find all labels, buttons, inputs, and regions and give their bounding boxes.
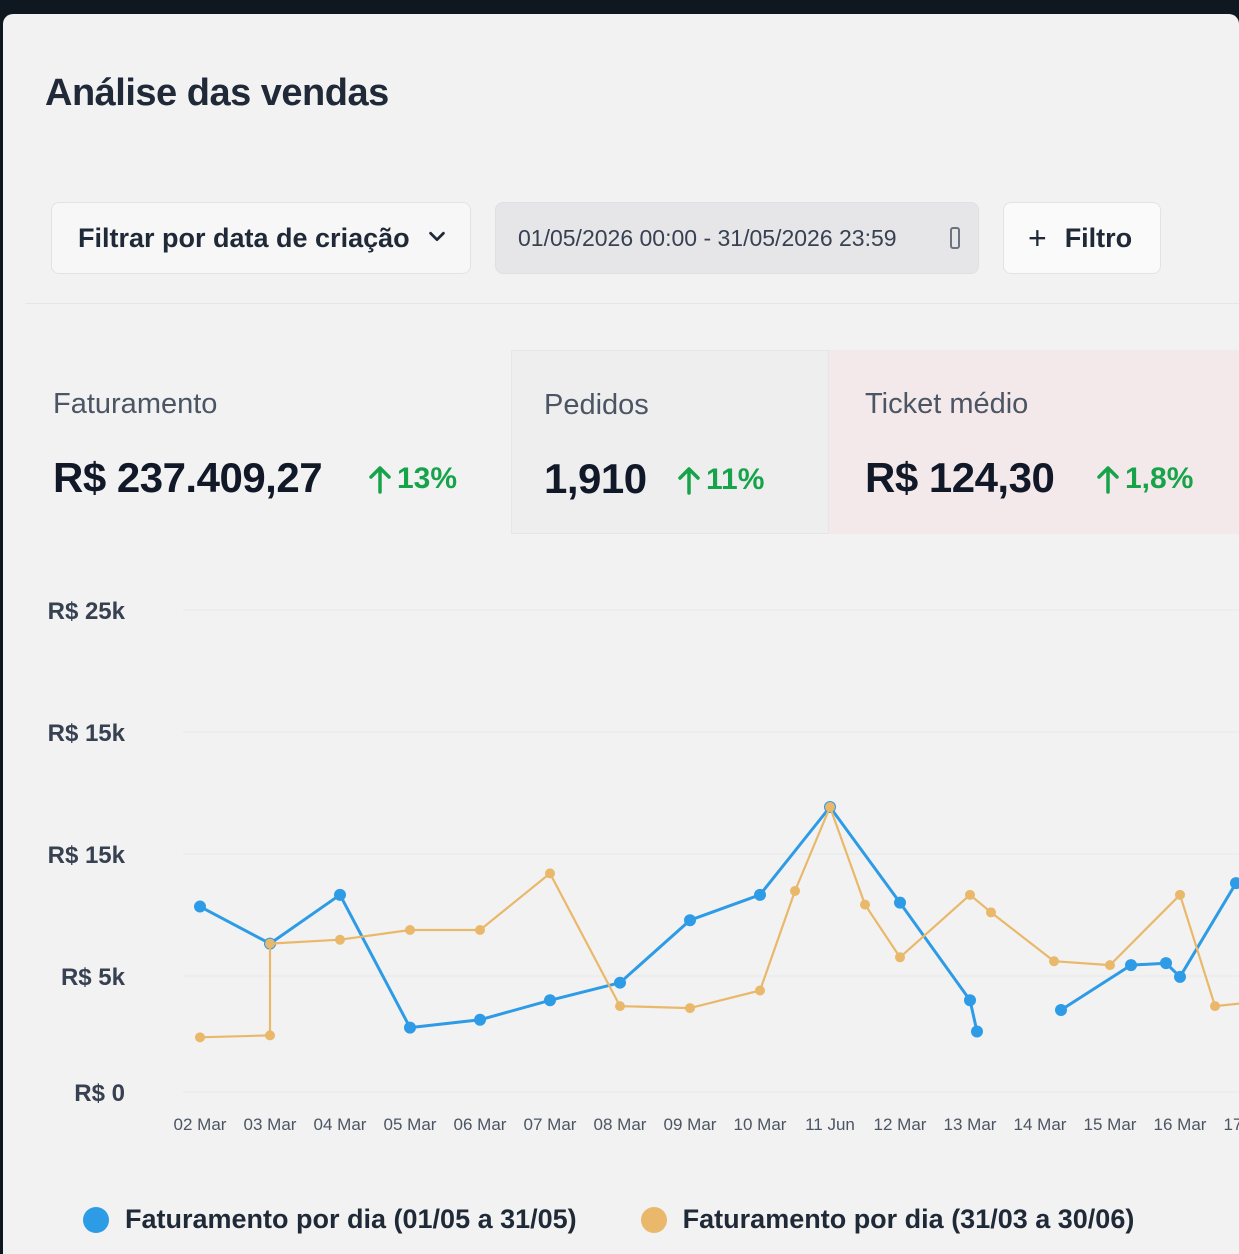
plus-icon: + (1028, 219, 1047, 256)
data-point-previous (685, 1003, 695, 1014)
kpi-delta: 1,8% (1097, 462, 1193, 496)
kpi-value: R$ 124,30 (865, 454, 1055, 501)
data-point-previous (965, 889, 975, 900)
data-point-previous (860, 899, 870, 910)
kpi-label: Pedidos (544, 389, 649, 421)
x-tick-label: 04 Mar (314, 1115, 367, 1134)
chevron-down-icon (429, 231, 445, 242)
x-tick-label: 13 Mar (944, 1115, 997, 1134)
kpi-value: R$ 237.409,27 (53, 454, 323, 501)
add-filter-label: Filtro (1064, 222, 1133, 253)
data-point-previous (195, 1032, 205, 1043)
data-point-current (194, 900, 206, 913)
data-point-previous (895, 952, 905, 963)
kpi-delta: 11% (678, 463, 764, 497)
x-tick-label: 15 Mar (1084, 1115, 1137, 1134)
data-point-previous (265, 938, 275, 949)
add-filter-button[interactable]: + Filtro (1003, 202, 1161, 274)
data-point-current (684, 914, 696, 927)
data-point-previous (1105, 960, 1115, 971)
data-point-current (964, 994, 976, 1007)
arrow-up-icon (678, 467, 700, 495)
series-line-current (1060, 880, 1239, 1012)
filter-bar: Filtrar por data de criação 01/05/2026 0… (25, 184, 1239, 304)
x-tick-label: 17 Mar (1224, 1115, 1239, 1134)
x-tick-label: 10 Mar (734, 1115, 787, 1134)
legend-label: Faturamento por dia (31/03 a 30/06) (682, 1204, 1135, 1234)
date-range-value: 01/05/2026 00:00 - 31/05/2026 23:59 (518, 224, 897, 251)
kpi-delta: 13% (369, 462, 457, 496)
data-point-current (614, 976, 626, 989)
data-point-previous (545, 868, 555, 879)
date-filter-dropdown[interactable]: Filtrar por data de criação (51, 202, 471, 274)
x-tick-label: 06 Mar (454, 1115, 507, 1134)
legend-dot-current (83, 1206, 109, 1233)
x-tick-label: 16 Mar (1154, 1115, 1207, 1134)
x-tick-label: 14 Mar (1014, 1115, 1067, 1134)
series-line-current (199, 805, 979, 1032)
data-point-previous (475, 924, 485, 935)
data-point-current (1174, 970, 1186, 983)
x-tick-label: 02 Mar (174, 1115, 227, 1134)
data-point-current (544, 994, 556, 1007)
x-tick-label: 12 Mar (874, 1115, 927, 1134)
revenue-line-chart: R$ 0 R$ 5k R$ 15k R$ 15k R$ 25k 02 Mar 03 Mar 0… (48, 598, 1239, 1134)
data-point-previous (335, 934, 345, 945)
y-tick-label: R$ 15k (48, 842, 126, 869)
data-point-previous (755, 985, 765, 996)
y-tick-label: R$ 0 (74, 1080, 125, 1107)
legend-label: Faturamento por dia (01/05 a 31/05) (125, 1204, 577, 1234)
data-point-previous (986, 907, 996, 918)
x-tick-label: 11 Jun (805, 1115, 855, 1134)
data-point-current (404, 1021, 416, 1034)
kpi-delta-value: 13% (397, 462, 458, 495)
date-filter-label: Filtrar por data de criação (78, 222, 410, 253)
data-point-current (754, 888, 766, 901)
data-point-current (1125, 959, 1137, 972)
legend-item-current[interactable]: Faturamento por dia (01/05 a 31/05) (83, 1204, 577, 1235)
sales-analysis-panel: Análise das vendas Filtrar por data de c… (3, 14, 1239, 1254)
date-range-input[interactable]: 01/05/2026 00:00 - 31/05/2026 23:59 (495, 202, 979, 274)
kpi-value: 1,910 (544, 455, 647, 502)
kpi-row: Faturamento R$ 237.409,27 13% Pedidos 1,… (23, 350, 1239, 534)
data-point-previous (1049, 956, 1059, 967)
data-point-current (334, 888, 346, 901)
calendar-icon (950, 227, 960, 249)
y-tick-label: R$ 25k (48, 598, 126, 625)
data-point-current (474, 1013, 486, 1026)
data-point-current (1055, 1004, 1067, 1017)
page-title: Análise das vendas (45, 72, 389, 114)
x-tick-label: 05 Mar (384, 1115, 437, 1134)
arrow-up-icon (1097, 466, 1119, 494)
kpi-label: Ticket médio (865, 388, 1029, 420)
kpi-card-avg-ticket[interactable]: Ticket médio R$ 124,30 1,8% (829, 350, 1239, 534)
kpi-label: Faturamento (53, 388, 218, 420)
data-point-current (1160, 957, 1172, 970)
data-point-previous (1175, 889, 1185, 900)
legend-dot-previous (640, 1206, 667, 1233)
data-point-previous (825, 802, 835, 813)
kpi-card-revenue[interactable]: Faturamento R$ 237.409,27 13% (23, 350, 511, 534)
legend-item-previous[interactable]: Faturamento por dia (31/03 a 30/06) (640, 1204, 1135, 1235)
kpi-delta-value: 11% (706, 463, 765, 496)
x-tick-label: 07 Mar (524, 1115, 577, 1134)
kpi-delta-value: 1,8% (1125, 462, 1194, 495)
data-point-previous (790, 885, 800, 896)
x-tick-label: 08 Mar (594, 1115, 647, 1134)
chart-legend: Faturamento por dia (01/05 a 31/05) Fatu… (83, 1204, 1198, 1235)
y-tick-label: R$ 5k (61, 964, 126, 991)
x-tick-label: 09 Mar (664, 1115, 717, 1134)
data-point-current (894, 896, 906, 909)
kpi-card-orders[interactable]: Pedidos 1,910 11% (511, 350, 829, 534)
arrow-up-icon (369, 466, 391, 494)
y-tick-label: R$ 15k (48, 720, 126, 747)
data-point-current (971, 1025, 983, 1038)
data-point-previous (405, 924, 415, 935)
x-tick-label: 03 Mar (244, 1115, 297, 1134)
data-point-current (1230, 877, 1239, 890)
data-point-previous (615, 1001, 625, 1012)
data-point-previous (1210, 1001, 1220, 1012)
data-point-previous (265, 1030, 275, 1041)
